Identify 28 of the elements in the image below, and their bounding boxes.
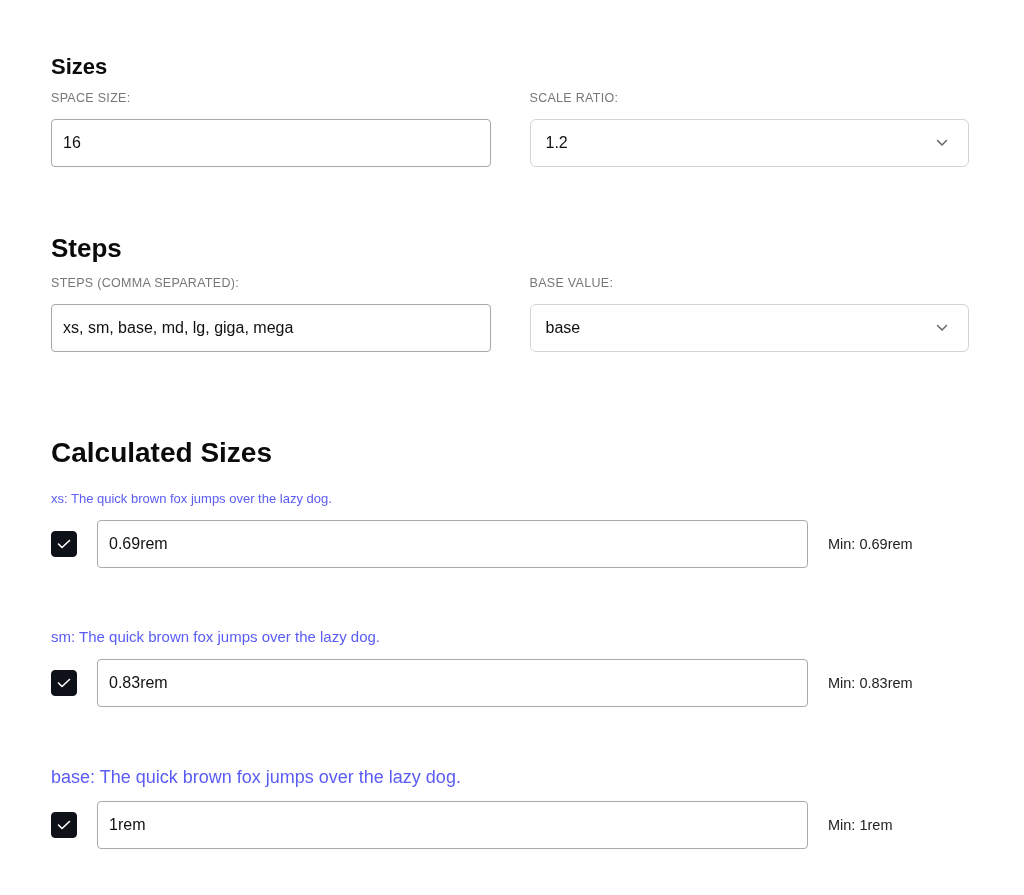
size-input[interactable]: 0.83rem bbox=[97, 658, 808, 707]
field-label: BASE VALUE: bbox=[529, 274, 615, 291]
field-label: SCALE RATIO: bbox=[529, 90, 620, 107]
section-heading: Sizes bbox=[51, 54, 109, 81]
size-input[interactable]: 1rem bbox=[97, 800, 808, 849]
min-value: Min: 0.69rem bbox=[828, 536, 913, 553]
input-field[interactable]: xs, sm, base, md, lg, giga, mega bbox=[51, 303, 491, 352]
dropdown[interactable]: 1.2 bbox=[529, 119, 969, 168]
field-label: STEPS (COMMA SEPARATED): bbox=[51, 274, 240, 291]
sample-text: xs: The quick brown fox jumps over the lazy dog. bbox=[51, 491, 333, 509]
field-label: SPACE SIZE: bbox=[51, 90, 132, 107]
min-value: Min: 0.83rem bbox=[828, 674, 913, 691]
sample-text: sm: The quick brown fox jumps over the lazy dog. bbox=[51, 627, 382, 647]
checkbox[interactable] bbox=[51, 669, 77, 696]
input-field[interactable]: 16 bbox=[51, 119, 491, 168]
chevron-down-icon bbox=[936, 323, 948, 332]
checkmark-icon bbox=[57, 819, 71, 830]
checkbox[interactable] bbox=[51, 531, 77, 558]
size-input[interactable]: 0.69rem bbox=[97, 520, 808, 569]
checkmark-icon bbox=[57, 539, 71, 550]
section-heading: Steps bbox=[51, 233, 123, 265]
chevron-down-icon bbox=[936, 139, 948, 148]
dropdown[interactable]: base bbox=[529, 303, 969, 352]
section-heading: Calculated Sizes bbox=[51, 435, 273, 470]
checkmark-icon bbox=[57, 677, 71, 688]
sample-text: base: The quick brown fox jumps over the lazy dog. bbox=[51, 765, 462, 789]
min-value: Min: 1rem bbox=[828, 816, 893, 833]
checkbox[interactable] bbox=[51, 811, 77, 838]
